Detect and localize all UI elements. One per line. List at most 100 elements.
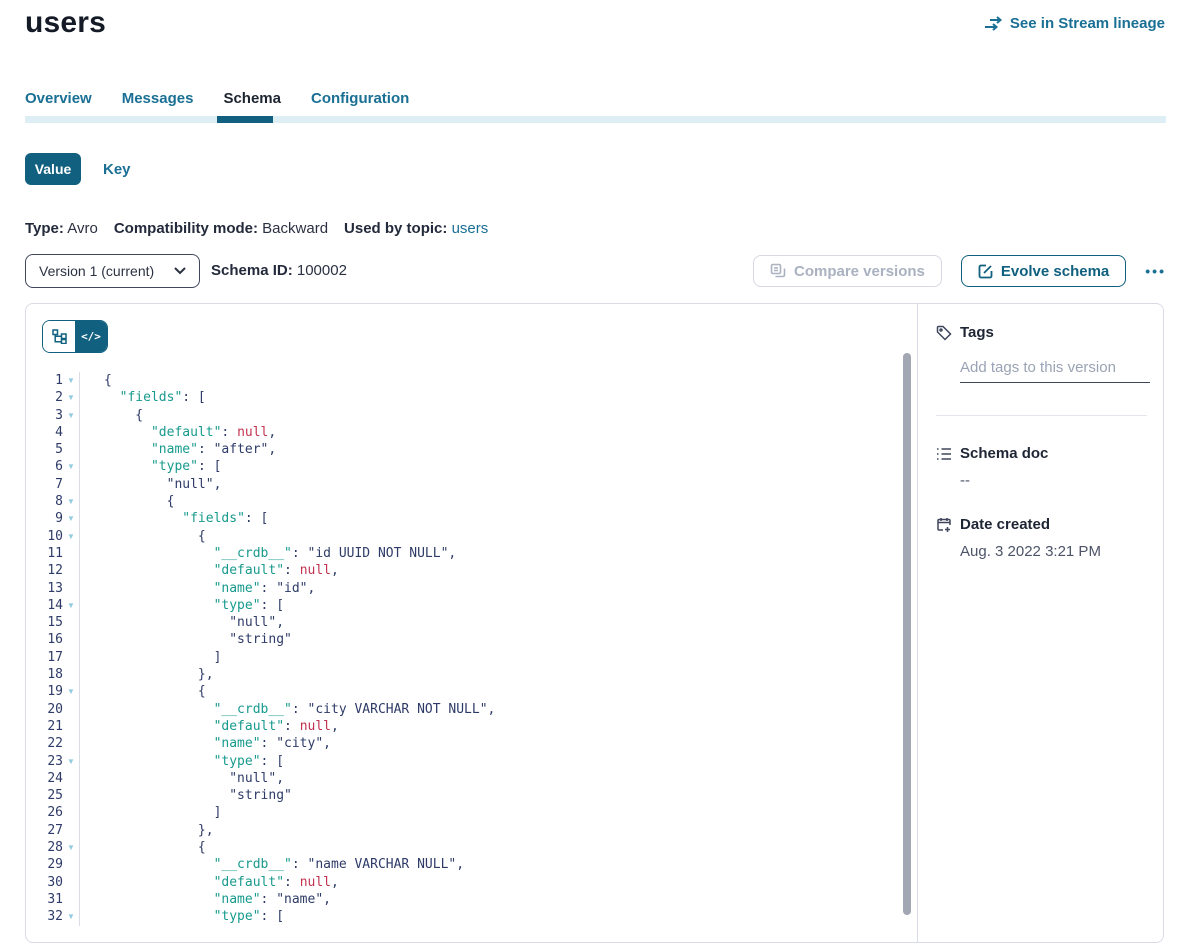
key-toggle-button[interactable]: Key	[103, 161, 131, 178]
compatibility-mode: Compatibility mode: Backward	[114, 220, 328, 237]
collapse-caret-icon[interactable]: ▼	[63, 372, 80, 389]
value-toggle-button[interactable]: Value	[25, 153, 81, 185]
see-in-stream-lineage-link[interactable]: See in Stream lineage	[984, 15, 1165, 32]
tag-icon	[936, 325, 952, 341]
topic-label: Used by topic:	[344, 220, 447, 237]
line-number: 29	[26, 856, 63, 873]
caret-spacer	[63, 649, 80, 666]
line-number: 4	[26, 424, 63, 441]
list-icon	[936, 447, 952, 461]
caret-spacer	[63, 874, 80, 891]
code-text: {	[80, 372, 112, 389]
schema-panel: </> 1▼{2▼ "fields": [3▼ {4 "default": nu…	[25, 303, 1164, 943]
code-line: 16 "string"	[26, 631, 902, 648]
collapse-caret-icon[interactable]: ▼	[63, 458, 80, 475]
line-number: 16	[26, 631, 63, 648]
compare-versions-button[interactable]: Compare versions	[753, 255, 942, 287]
topic-link[interactable]: users	[452, 220, 489, 237]
caret-spacer	[63, 476, 80, 493]
line-number: 18	[26, 666, 63, 683]
line-number: 11	[26, 545, 63, 562]
tab-configuration[interactable]: Configuration	[311, 90, 409, 107]
caret-spacer	[63, 822, 80, 839]
tree-view-button[interactable]	[43, 321, 75, 352]
code-line: 19▼ {	[26, 683, 902, 700]
code-line: 27 },	[26, 822, 902, 839]
code-text: "type": [	[80, 908, 284, 925]
code-line: 17 ]	[26, 649, 902, 666]
stream-lineage-icon	[984, 16, 1003, 31]
code-text: },	[80, 666, 214, 683]
type-value: Avro	[67, 220, 98, 237]
line-number: 26	[26, 804, 63, 821]
collapse-caret-icon[interactable]: ▼	[63, 528, 80, 545]
line-number: 21	[26, 718, 63, 735]
code-line: 1▼{	[26, 372, 902, 389]
tab-overview[interactable]: Overview	[25, 90, 92, 107]
caret-spacer	[63, 562, 80, 579]
caret-spacer	[63, 631, 80, 648]
calendar-icon	[936, 517, 952, 533]
code-line: 10▼ {	[26, 528, 902, 545]
code-scrollbar[interactable]	[903, 353, 911, 915]
collapse-caret-icon[interactable]: ▼	[63, 908, 80, 925]
used-by-topic: Used by topic: users	[344, 220, 488, 237]
collapse-caret-icon[interactable]: ▼	[63, 510, 80, 527]
code-line: 4 "default": null,	[26, 424, 902, 441]
code-text: "null",	[80, 614, 284, 631]
collapse-caret-icon[interactable]: ▼	[63, 839, 80, 856]
line-number: 3	[26, 407, 63, 424]
code-line: 30 "default": null,	[26, 874, 902, 891]
schema-doc-title: Schema doc	[960, 445, 1048, 462]
collapse-caret-icon[interactable]: ▼	[63, 389, 80, 406]
collapse-caret-icon[interactable]: ▼	[63, 683, 80, 700]
caret-spacer	[63, 891, 80, 908]
collapse-caret-icon[interactable]: ▼	[63, 753, 80, 770]
version-select[interactable]: Version 1 (current)	[25, 254, 200, 288]
code-text: "string"	[80, 631, 292, 648]
date-created-heading: Date created	[936, 516, 1147, 533]
schema-id: Schema ID: 100002	[211, 262, 347, 279]
caret-spacer	[63, 856, 80, 873]
code-line: 24 "null",	[26, 770, 902, 787]
line-number: 1	[26, 372, 63, 389]
tree-view-icon	[52, 329, 67, 344]
tags-input[interactable]	[960, 357, 1150, 383]
code-text: "name": "city",	[80, 735, 331, 752]
code-text: "name": "after",	[80, 441, 276, 458]
date-created-title: Date created	[960, 516, 1050, 533]
collapse-caret-icon[interactable]: ▼	[63, 407, 80, 424]
code-view-button[interactable]: </>	[75, 321, 107, 352]
schema-meta-row: Type: Avro Compatibility mode: Backward …	[25, 220, 488, 237]
code-line: 25 "string"	[26, 787, 902, 804]
code-text: "fields": [	[80, 510, 268, 527]
edit-icon	[978, 264, 993, 279]
code-text: "__crdb__": "name VARCHAR NULL",	[80, 856, 464, 873]
caret-spacer	[63, 545, 80, 562]
compare-icon	[770, 263, 786, 279]
code-text: "__crdb__": "id UUID NOT NULL",	[80, 545, 456, 562]
lineage-link-label: See in Stream lineage	[1010, 15, 1165, 32]
code-line: 12 "default": null,	[26, 562, 902, 579]
line-number: 8	[26, 493, 63, 510]
more-options-button[interactable]: •••	[1145, 263, 1166, 279]
line-number: 24	[26, 770, 63, 787]
line-number: 20	[26, 701, 63, 718]
code-text: "type": [	[80, 458, 221, 475]
code-line: 31 "name": "name",	[26, 891, 902, 908]
code-view-icon: </>	[81, 330, 101, 343]
tab-messages[interactable]: Messages	[122, 90, 194, 107]
code-line: 7 "null",	[26, 476, 902, 493]
collapse-caret-icon[interactable]: ▼	[63, 597, 80, 614]
tab-schema[interactable]: Schema	[223, 90, 281, 107]
code-text: "fields": [	[80, 389, 206, 406]
collapse-caret-icon[interactable]: ▼	[63, 493, 80, 510]
compare-versions-label: Compare versions	[794, 263, 925, 280]
evolve-schema-button[interactable]: Evolve schema	[961, 255, 1126, 287]
line-number: 32	[26, 908, 63, 925]
code-text: {	[80, 493, 174, 510]
schema-doc-value: --	[960, 472, 1147, 489]
caret-spacer	[63, 701, 80, 718]
type-label: Type:	[25, 220, 64, 237]
code-text: {	[80, 683, 206, 700]
